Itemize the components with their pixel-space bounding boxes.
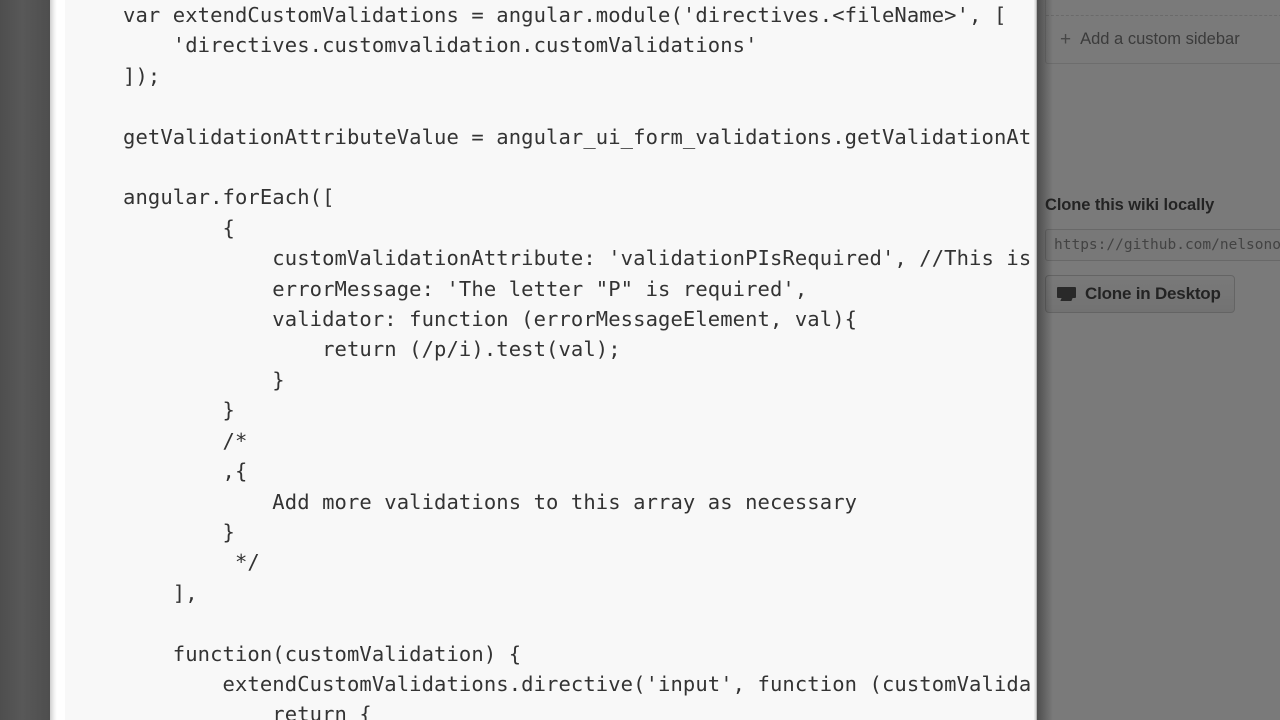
wiki-sidebar: Live Feedback: on success Manually trigg… — [1037, 0, 1280, 720]
clone-section-title: Clone this wiki locally — [1045, 196, 1215, 214]
code-block[interactable]: var extendCustomValidations = angular.mo… — [65, 0, 1065, 720]
add-custom-sidebar-label: Add a custom sidebar — [1080, 30, 1240, 48]
code-block-text: var extendCustomValidations = angular.mo… — [123, 3, 1032, 720]
plus-icon: + — [1060, 29, 1072, 50]
page-left-gutter — [0, 0, 50, 720]
browser-viewport: var extendCustomValidations = angular.mo… — [0, 0, 1280, 720]
wiki-pages-box: Live Feedback: on success Manually trigg… — [1045, 0, 1280, 64]
add-custom-sidebar-button[interactable]: + Add a custom sidebar — [1046, 15, 1280, 63]
monitor-icon — [1057, 286, 1076, 302]
wiki-content-column: var extendCustomValidations = angular.mo… — [57, 0, 1065, 720]
clone-wiki-section: Clone this wiki locally https://github.c… — [1045, 196, 1280, 313]
sidebar-link-manually-triggering[interactable]: Manually triggering the validations — [1046, 0, 1280, 5]
clone-in-desktop-button[interactable]: Clone in Desktop — [1045, 275, 1235, 313]
clone-url-input[interactable]: https://github.com/nelsonomut — [1045, 229, 1280, 261]
clone-in-desktop-label: Clone in Desktop — [1085, 284, 1221, 303]
content-left-edge — [50, 0, 57, 720]
